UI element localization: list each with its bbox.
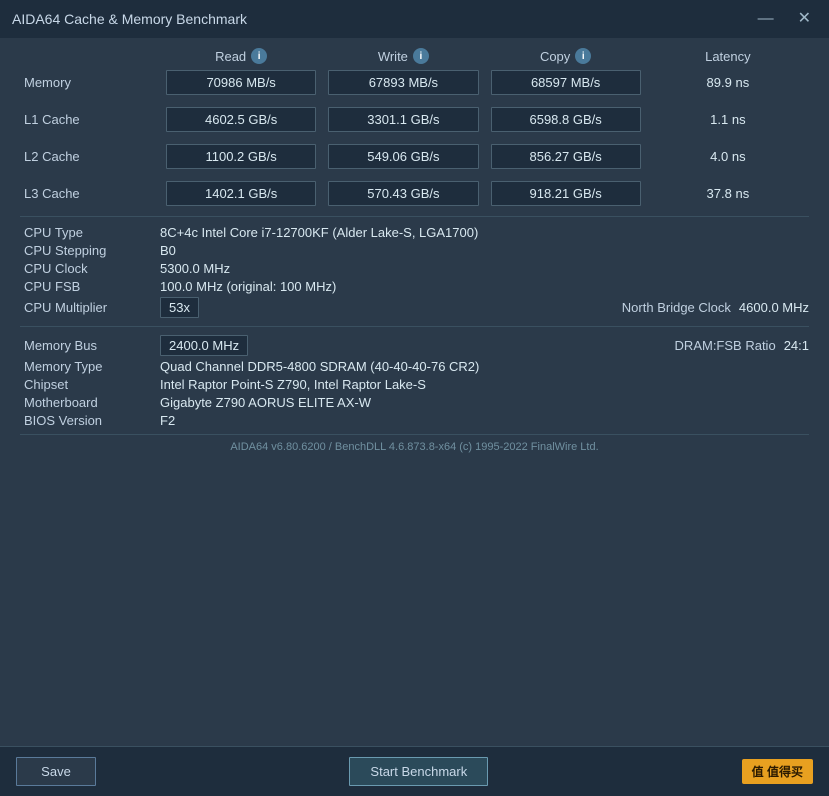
footer-text: AIDA64 v6.80.6200 / BenchDLL 4.6.873.8-x… [20,434,809,457]
divider-2 [20,326,809,327]
bench-latency-0: 89.9 ns [647,71,809,94]
col-copy-header: Copy i [485,48,647,64]
dram-fsb-value: 24:1 [784,338,809,353]
bench-latency-1: 1.1 ns [647,108,809,131]
col-read-header: Read i [160,48,322,64]
bios-row: BIOS Version F2 [20,413,809,428]
bios-label: BIOS Version [20,413,160,428]
column-headers: Read i Write i Copy i Latency [20,48,809,64]
bench-write-3: 570.43 GB/s [328,181,478,206]
motherboard-value: Gigabyte Z790 AORUS ELITE AX-W [160,395,371,410]
cpu-stepping-label: CPU Stepping [20,243,160,258]
cpu-fsb-value: 100.0 MHz (original: 100 MHz) [160,279,336,294]
bench-row-l2cache: L2 Cache 1100.2 GB/s 549.06 GB/s 856.27 … [20,142,809,171]
copy-info-icon[interactable]: i [575,48,591,64]
bottom-bar: Save Start Benchmark 值 值得买 [0,746,829,796]
bench-label-2: L2 Cache [20,149,160,164]
cpu-type-label: CPU Type [20,225,160,240]
cpu-multiplier-value: 53x [160,297,199,318]
write-info-icon[interactable]: i [413,48,429,64]
bench-write-2: 549.06 GB/s [328,144,478,169]
cpu-fsb-label: CPU FSB [20,279,160,294]
bench-write-1: 3301.1 GB/s [328,107,478,132]
memory-bus-value: 2400.0 MHz [160,335,248,356]
cpu-stepping-value: B0 [160,243,176,258]
dram-fsb-label: DRAM:FSB Ratio [675,338,776,353]
bench-copy-0: 68597 MB/s [491,70,641,95]
watermark-text: 值得买 [767,765,803,779]
col-write-header: Write i [322,48,484,64]
divider-1 [20,216,809,217]
minimize-button[interactable]: — [752,9,780,29]
col-latency-header: Latency [647,49,809,64]
cpu-stepping-row: CPU Stepping B0 [20,243,809,258]
bench-row-memory: Memory 70986 MB/s 67893 MB/s 68597 MB/s … [20,68,809,97]
cpu-clock-row: CPU Clock 5300.0 MHz [20,261,809,276]
window-title: AIDA64 Cache & Memory Benchmark [12,11,247,27]
memory-type-value: Quad Channel DDR5-4800 SDRAM (40-40-40-7… [160,359,479,374]
bench-read-3: 1402.1 GB/s [166,181,316,206]
north-bridge-section: North Bridge Clock 4600.0 MHz [622,300,809,315]
multiplier-nbclock-row: CPU Multiplier 53x North Bridge Clock 46… [20,297,809,318]
multiplier-section: CPU Multiplier 53x [20,297,622,318]
bench-write-0: 67893 MB/s [328,70,478,95]
bench-row-l1cache: L1 Cache 4602.5 GB/s 3301.1 GB/s 6598.8 … [20,105,809,134]
bench-read-1: 4602.5 GB/s [166,107,316,132]
north-bridge-value: 4600.0 MHz [739,300,809,315]
title-bar: AIDA64 Cache & Memory Benchmark — ✕ [0,0,829,38]
save-button[interactable]: Save [16,757,96,786]
main-content: Read i Write i Copy i Latency Memory 709… [0,38,829,746]
start-benchmark-button[interactable]: Start Benchmark [349,757,488,786]
memory-bus-label: Memory Bus [20,338,160,353]
system-info: CPU Type 8C+4c Intel Core i7-12700KF (Al… [20,225,809,428]
cpu-multiplier-label: CPU Multiplier [20,300,160,315]
cpu-fsb-row: CPU FSB 100.0 MHz (original: 100 MHz) [20,279,809,294]
bench-label-1: L1 Cache [20,112,160,127]
bench-label-0: Memory [20,75,160,90]
bottom-bar-inner: Save Start Benchmark 值 值得买 [16,757,813,786]
cpu-type-value: 8C+4c Intel Core i7-12700KF (Alder Lake-… [160,225,478,240]
cpu-type-row: CPU Type 8C+4c Intel Core i7-12700KF (Al… [20,225,809,240]
chipset-value: Intel Raptor Point-S Z790, Intel Raptor … [160,377,426,392]
bench-latency-3: 37.8 ns [647,182,809,205]
motherboard-label: Motherboard [20,395,160,410]
motherboard-row: Motherboard Gigabyte Z790 AORUS ELITE AX… [20,395,809,410]
cpu-clock-value: 5300.0 MHz [160,261,230,276]
main-window: AIDA64 Cache & Memory Benchmark — ✕ Read… [0,0,829,796]
close-button[interactable]: ✕ [792,9,817,29]
bench-read-0: 70986 MB/s [166,70,316,95]
benchmark-rows: Memory 70986 MB/s 67893 MB/s 68597 MB/s … [20,68,809,208]
dram-fsb-section: DRAM:FSB Ratio 24:1 [675,338,809,353]
watermark-icon: 值 [752,765,764,779]
memory-type-label: Memory Type [20,359,160,374]
memory-type-row: Memory Type Quad Channel DDR5-4800 SDRAM… [20,359,809,374]
north-bridge-label: North Bridge Clock [622,300,731,315]
watermark-badge[interactable]: 值 值得买 [742,759,813,784]
bench-latency-2: 4.0 ns [647,145,809,168]
bench-copy-2: 856.27 GB/s [491,144,641,169]
membus-section: Memory Bus 2400.0 MHz [20,335,675,356]
bench-copy-1: 6598.8 GB/s [491,107,641,132]
bench-row-l3cache: L3 Cache 1402.1 GB/s 570.43 GB/s 918.21 … [20,179,809,208]
window-controls: — ✕ [752,9,817,29]
cpu-clock-label: CPU Clock [20,261,160,276]
bench-read-2: 1100.2 GB/s [166,144,316,169]
bench-label-3: L3 Cache [20,186,160,201]
bench-copy-3: 918.21 GB/s [491,181,641,206]
chipset-label: Chipset [20,377,160,392]
bios-value: F2 [160,413,175,428]
read-info-icon[interactable]: i [251,48,267,64]
membus-dram-row: Memory Bus 2400.0 MHz DRAM:FSB Ratio 24:… [20,335,809,356]
chipset-row: Chipset Intel Raptor Point-S Z790, Intel… [20,377,809,392]
